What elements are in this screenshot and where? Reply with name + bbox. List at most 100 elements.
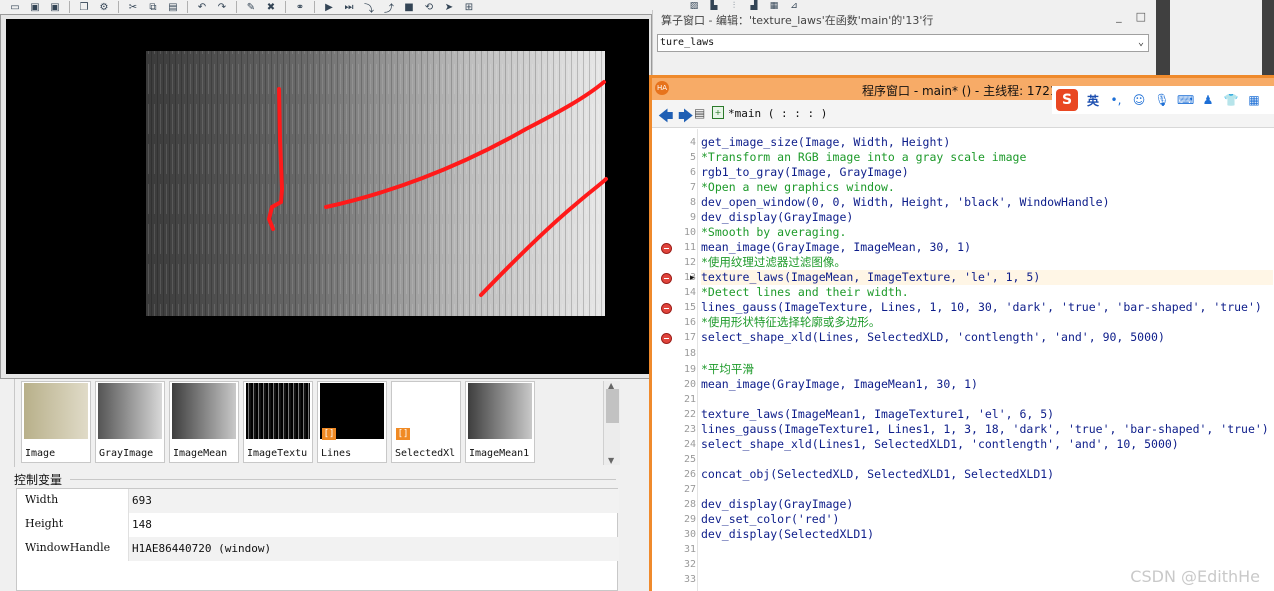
breakpoint-icon[interactable] (661, 303, 672, 314)
line-number: 11 (683, 242, 696, 253)
iconic-thumbnail[interactable]: [] Lines (317, 381, 387, 463)
settings-icon[interactable]: ⚙ (95, 1, 113, 13)
control-variable-row[interactable]: WindowHandle H1AE86440720 (window) (17, 537, 619, 561)
line-number: 25 (683, 454, 696, 465)
sogou-logo-icon[interactable]: S (1056, 89, 1078, 111)
code-line[interactable]: lines_gauss(ImageTexture, Lines, 1, 10, … (701, 300, 1262, 315)
right-background (1156, 0, 1274, 80)
redo-icon[interactable]: ↷ (213, 1, 231, 13)
code-line[interactable]: select_shape_xld(Lines1, SelectedXLD1, '… (701, 437, 1179, 452)
code-comment[interactable]: *Open a new graphics window. (701, 180, 895, 195)
forward-arrow-icon[interactable]: 🡆 (678, 106, 694, 131)
code-line[interactable]: lines_gauss(ImageTexture1, Lines1, 1, 3,… (701, 422, 1269, 437)
iconic-thumbnail[interactable]: ImageMean1 (465, 381, 535, 463)
punctuation-icon[interactable]: •, (1108, 93, 1124, 107)
code-line[interactable]: mean_image(GrayImage, ImageMean1, 30, 1) (701, 377, 978, 392)
main-toolbar: ▭ ▣ ▣ ❐ ⚙ ✂ ⧉ ▤ ↶ ↷ ✎ ✖ ⚭ ▶ ⏭ ⤵ ⤴ ■ ⟲ ➤ ⊞ (0, 0, 656, 14)
tools-grid-icon[interactable]: ▦ (1246, 93, 1262, 107)
line-number: 18 (683, 348, 696, 359)
keyboard-icon[interactable]: ⌨ (1177, 93, 1194, 107)
chevron-down-icon[interactable]: ⌄ (1138, 35, 1144, 51)
document-icon[interactable]: ▤ (694, 106, 708, 120)
iconic-thumbnail[interactable]: [] SelectedXl (391, 381, 461, 463)
operator-combo[interactable]: ture_laws ⌄ (657, 34, 1149, 52)
breakpoint-icon[interactable] (661, 333, 672, 344)
code-line[interactable]: dev_display(GrayImage) (701, 497, 853, 512)
copy-icon[interactable]: ⧉ (144, 1, 162, 13)
copy-window-icon[interactable]: ❐ (75, 1, 93, 13)
insert-icon[interactable]: ⊞ (460, 1, 478, 13)
code-comment[interactable]: *平均平滑 (701, 362, 754, 377)
code-comment[interactable]: *Transform an RGB image into a gray scal… (701, 150, 1026, 165)
back-arrow-icon[interactable]: 🡄 (658, 106, 674, 131)
step-into-icon[interactable]: ⤵ (360, 1, 378, 15)
code-line[interactable]: get_image_size(Image, Width, Height) (701, 135, 950, 150)
code-line[interactable]: dev_open_window(0, 0, Width, Height, 'bl… (701, 195, 1110, 210)
microphone-icon[interactable]: 🎙 (1154, 93, 1170, 107)
thumbnail-image (24, 383, 88, 439)
operator-combo-value: ture_laws (660, 37, 715, 48)
code-line[interactable]: mean_image(GrayImage, ImageMean, 30, 1) (701, 240, 971, 255)
thumbnail-image (172, 383, 236, 439)
control-variable-row[interactable]: Width 693 (17, 489, 619, 513)
code-line[interactable]: texture_laws(ImageMean, ImageTexture, 'l… (701, 270, 1273, 285)
open-icon[interactable]: ▭ (6, 1, 24, 13)
skin-icon[interactable]: 👕 (1223, 93, 1239, 107)
code-line[interactable]: rgb1_to_gray(Image, GrayImage) (701, 165, 909, 180)
thumbnail-label: ImageTextu (247, 448, 308, 459)
jump-icon[interactable]: ➤ (440, 1, 458, 13)
control-variables-table: Width 693 Height 148 WindowHandle H1AE8644072… (16, 488, 619, 591)
program-window-title: 程序窗口 - main* () - 主线程: 17212 (862, 84, 1066, 98)
undo-icon[interactable]: ↶ (193, 1, 211, 13)
breakpoint-icon[interactable] (661, 273, 672, 284)
code-line[interactable]: dev_set_color('red') (701, 512, 839, 527)
thumbnail-label: Image (25, 448, 56, 459)
paste-icon[interactable]: ▤ (164, 1, 182, 13)
reset-icon[interactable]: ⟲ (420, 1, 438, 13)
code-comment[interactable]: *使用纹理过滤器过滤图像。 (701, 255, 846, 270)
scrollbar-thumb[interactable] (606, 389, 619, 423)
iconic-thumbnail[interactable]: Image (21, 381, 91, 463)
user-icon[interactable]: ♟ (1200, 93, 1216, 107)
edit-icon[interactable]: ✎ (242, 1, 260, 13)
scroll-down-icon[interactable]: ▼ (608, 456, 614, 465)
graphics-window[interactable] (0, 14, 652, 379)
find-icon[interactable]: ⚭ (291, 1, 309, 13)
operator-window-buttons: _ □ (1116, 10, 1146, 23)
ime-mode[interactable]: 英 (1085, 92, 1101, 109)
code-comment[interactable]: *Detect lines and their width. (701, 285, 909, 300)
line-gutter[interactable]: 4 5 6 7 8 9 10 11 12 13 ▸ 14 15 16 17 18 19 20 21 22 23 24 25 2… (652, 129, 698, 591)
code-comment[interactable]: *Smooth by averaging. (701, 225, 846, 240)
line-number: 30 (683, 529, 696, 540)
variable-value: 693 (129, 489, 619, 513)
code-line[interactable]: dev_display(SelectedXLD1) (701, 527, 874, 542)
save-icon[interactable]: ▣ (26, 1, 44, 13)
stop-icon[interactable]: ■ (400, 1, 418, 13)
iconic-thumbnail[interactable]: GrayImage (95, 381, 165, 463)
code-line[interactable]: dev_display(GrayImage) (701, 210, 853, 225)
iconic-thumbnail[interactable]: ImageTextu (243, 381, 313, 463)
code-editor[interactable]: 4 5 6 7 8 9 10 11 12 13 ▸ 14 15 16 17 18 19 20 21 22 23 24 25 2… (652, 129, 1274, 591)
step-out-icon[interactable]: ⤴ (380, 1, 398, 15)
run-icon[interactable]: ▶ (320, 1, 338, 13)
minimize-button[interactable]: _ (1116, 10, 1122, 23)
procedure-selector[interactable]: *main ( : : : ) (728, 107, 827, 120)
line-number: 32 (683, 559, 696, 570)
code-comment[interactable]: *使用形状特征选择轮廓或多边形。 (701, 315, 880, 330)
code-line[interactable]: select_shape_xld(Lines, SelectedXLD, 'co… (701, 330, 1165, 345)
emoji-icon[interactable]: ☺ (1131, 93, 1147, 107)
control-variable-row[interactable]: Height 148 (17, 513, 619, 537)
save-all-icon[interactable]: ▣ (46, 1, 64, 13)
code-line[interactable]: concat_obj(SelectedXLD, SelectedXLD1, Se… (701, 467, 1054, 482)
cut-icon[interactable]: ✂ (124, 1, 142, 13)
variable-name: Width (17, 489, 129, 513)
graphics-canvas[interactable] (6, 19, 649, 374)
maximize-button[interactable]: □ (1136, 10, 1146, 23)
breakpoint-icon[interactable] (661, 243, 672, 254)
iconic-thumbnail[interactable]: ImageMean (169, 381, 239, 463)
code-line[interactable]: texture_laws(ImageMean1, ImageTexture1, … (701, 407, 1054, 422)
step-over-icon[interactable]: ⏭ (340, 1, 358, 13)
delete-icon[interactable]: ✖ (262, 1, 280, 13)
iconic-scrollbar[interactable]: ▲ ▼ (603, 381, 620, 465)
line-number: 27 (683, 484, 696, 495)
